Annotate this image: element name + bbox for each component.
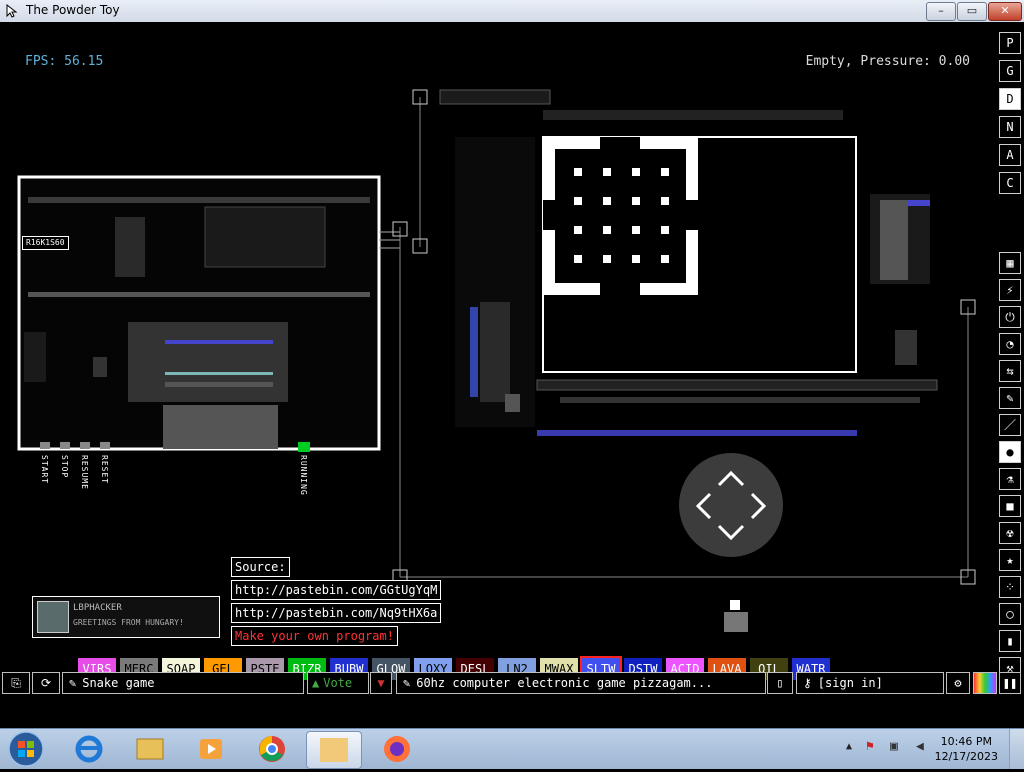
flask-icon[interactable]: ⚗ <box>999 468 1021 490</box>
display-mode-g[interactable]: G <box>999 60 1021 82</box>
author-name: LBPHACKER <box>73 603 122 613</box>
color-icon[interactable] <box>973 672 997 694</box>
tray-arrow-icon[interactable]: ▲ <box>846 741 852 752</box>
windows-taskbar: ▲ ⚑ ▣ ◀ 10:46 PM 12/17/2023 <box>0 728 1024 769</box>
tag-icon: ✎ <box>403 676 411 690</box>
make-program-note: Make your own program! <box>231 626 398 646</box>
brush-icon[interactable]: ✎ <box>999 387 1021 409</box>
window-titlebar: The Powder Toy – ▭ ✕ <box>0 0 1024 23</box>
radiation-icon[interactable]: ☢ <box>999 522 1021 544</box>
powder-toy-task[interactable] <box>306 731 362 769</box>
pin-icon[interactable]: ▮ <box>999 630 1021 652</box>
display-mode-d[interactable]: D <box>999 88 1021 110</box>
tool-menu-bar: ▦⚡⏻◔⇆✎／●⚗■☢★⁘◯▮⚒⌕ <box>999 252 1021 694</box>
explorer-icon[interactable] <box>123 731 177 767</box>
display-mode-n[interactable]: N <box>999 116 1021 138</box>
window-title: The Powder Toy <box>26 3 120 17</box>
power-icon[interactable]: ⏻ <box>999 306 1021 328</box>
drop-icon[interactable]: ● <box>999 441 1021 463</box>
grid-icon[interactable]: ▦ <box>999 252 1021 274</box>
minimize-button[interactable]: – <box>926 2 956 21</box>
show-desktop-button[interactable] <box>1009 729 1024 769</box>
sign-in-label: [sign in] <box>817 676 883 690</box>
stop-label: STOP <box>60 455 69 479</box>
description-text: 60hz computer electronic game pizzagam..… <box>416 676 713 690</box>
new-file-icon[interactable]: ▯ <box>767 672 793 694</box>
tray-volume-icon[interactable]: ◀ <box>916 739 924 754</box>
bulb-icon[interactable]: ◯ <box>999 603 1021 625</box>
clock-date: 12/17/2023 <box>934 750 998 763</box>
clock-time: 10:46 PM <box>940 735 992 748</box>
display-mode-bar: PGDNAC <box>999 32 1021 200</box>
source-link-2[interactable]: http://pastebin.com/Nq9tHX6a <box>231 603 442 623</box>
ie-icon[interactable] <box>62 731 116 767</box>
maximize-button[interactable]: ▭ <box>957 2 987 21</box>
resume-label: RESUME <box>80 455 89 490</box>
display-mode-a[interactable]: A <box>999 144 1021 166</box>
settings-icon[interactable]: ⚙ <box>946 672 970 694</box>
open-save-icon[interactable]: ⎘ <box>2 672 30 694</box>
vote-down-button[interactable]: ▼ <box>370 672 392 694</box>
taskbar-clock[interactable]: 10:46 PM 12/17/2023 <box>935 734 998 764</box>
running-label: RUNNING <box>299 455 308 496</box>
reset-label: RESET <box>100 455 109 485</box>
star-icon[interactable]: ★ <box>999 549 1021 571</box>
arrows-icon[interactable]: ⇆ <box>999 360 1021 382</box>
plug-icon[interactable]: ⚡ <box>999 279 1021 301</box>
display-mode-c[interactable]: C <box>999 172 1021 194</box>
media-player-icon[interactable] <box>184 731 238 767</box>
clock-icon[interactable]: ◔ <box>999 333 1021 355</box>
box-icon[interactable]: ■ <box>999 495 1021 517</box>
edit-icon: ✎ <box>69 676 77 690</box>
tray-network-icon[interactable]: ▣ <box>890 739 898 754</box>
author-greeting: GREETINGS FROM HUNGARY! <box>73 618 184 627</box>
firefox-icon[interactable] <box>370 731 424 767</box>
reload-icon[interactable]: ⟳ <box>32 672 60 694</box>
circuit-drawing <box>17 89 976 632</box>
line-icon[interactable]: ／ <box>999 414 1021 436</box>
source-label: Source: <box>231 557 290 577</box>
save-bottombar: ⎘ ⟳ ✎ Snake game ▲ Vote ▼ ✎ 60hz computer e… <box>0 672 1024 694</box>
save-name-field[interactable]: ✎ Snake game <box>62 672 304 694</box>
dots-icon[interactable]: ⁘ <box>999 576 1021 598</box>
close-button[interactable]: ✕ <box>988 2 1022 21</box>
tray-flag-icon[interactable]: ⚑ <box>866 739 874 754</box>
pause-icon[interactable]: ❚❚ <box>999 672 1021 694</box>
chip-label: R16K1S60 <box>22 236 69 250</box>
sign-in-button[interactable]: ⚷ [sign in] <box>796 672 944 694</box>
vote-up-button[interactable]: ▲ Vote <box>307 672 369 694</box>
simulation-canvas[interactable]: FPS: 56.15 Empty, Pressure: 0.00 R16K1S6… <box>0 22 1024 694</box>
display-mode-p[interactable]: P <box>999 32 1021 54</box>
chrome-icon[interactable] <box>245 731 299 767</box>
save-title: Snake game <box>82 676 155 690</box>
cursor-icon <box>6 4 18 18</box>
source-link-1[interactable]: http://pastebin.com/GGtUgYqM <box>231 580 442 600</box>
author-avatar <box>37 601 69 633</box>
vote-label: Vote <box>323 676 353 690</box>
start-orb-icon[interactable] <box>6 730 46 768</box>
author-sign[interactable]: LBPHACKER GREETINGS FROM HUNGARY! <box>32 596 220 638</box>
save-description[interactable]: ✎ 60hz computer electronic game pizzagam.… <box>396 672 766 694</box>
key-icon: ⚷ <box>803 676 812 690</box>
thumb-up-icon: ▲ <box>312 676 320 690</box>
start-label: START <box>40 455 49 485</box>
